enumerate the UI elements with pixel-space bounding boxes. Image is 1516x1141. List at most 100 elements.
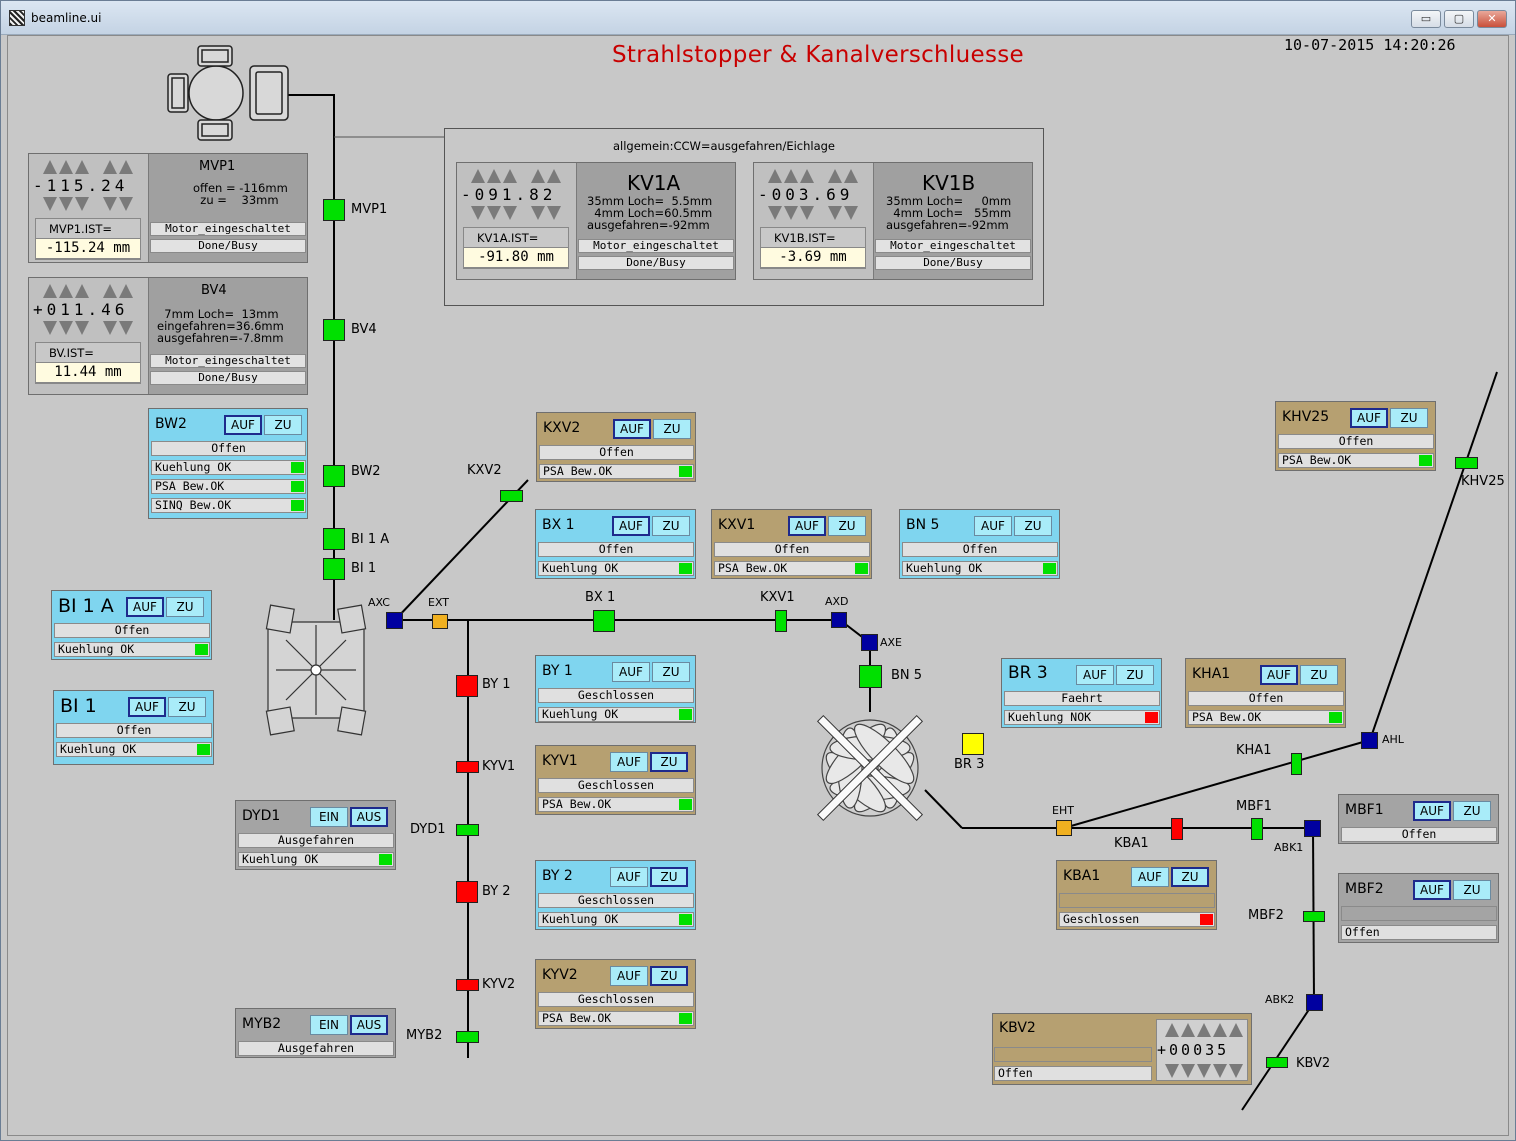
panel-br3-zu-button[interactable]: ZU xyxy=(1116,665,1154,685)
motor-mvp1-up-arrows[interactable] xyxy=(43,160,133,174)
panel-mbf1-auf-button[interactable]: AUF xyxy=(1413,801,1451,821)
node-bv4[interactable] xyxy=(323,319,345,341)
panel-kyv2-auf-button[interactable]: AUF xyxy=(610,966,648,986)
node-bi1[interactable] xyxy=(323,558,345,580)
panel-bi1-auf-button[interactable]: AUF xyxy=(128,697,166,717)
panel-bn5-auf-button[interactable]: AUF xyxy=(974,516,1012,536)
node-kbv2[interactable] xyxy=(1266,1057,1288,1068)
node-by1[interactable] xyxy=(456,675,478,697)
node-dyd1[interactable] xyxy=(456,824,479,836)
node-mvp1[interactable] xyxy=(323,199,345,221)
motor-bv4-up-arrows[interactable] xyxy=(43,284,133,298)
status-indicator xyxy=(855,563,868,574)
panel-bn5-zu-button[interactable]: ZU xyxy=(1014,516,1052,536)
panel-kha1-row-label: PSA Bew.OK xyxy=(1192,710,1262,724)
panel-by2-auf-button[interactable]: AUF xyxy=(610,867,648,887)
panel-kyv1-auf-button[interactable]: AUF xyxy=(610,752,648,772)
panel-by1-zu-button[interactable]: ZU xyxy=(652,662,690,682)
clock-display: 10-07-2015 14:20:26 xyxy=(1284,36,1456,54)
node-br3[interactable] xyxy=(962,733,984,755)
node-bx1[interactable] xyxy=(593,610,615,632)
node-kxv1-label: KXV1 xyxy=(760,590,795,605)
panel-kba1-zu-button[interactable]: ZU xyxy=(1171,867,1209,887)
panel-kxv1-auf-button[interactable]: AUF xyxy=(788,516,826,536)
node-kxv2[interactable] xyxy=(500,490,523,502)
motor-kv1a-done-status: Done/Busy xyxy=(578,256,734,270)
panel-kha1-state: Offen xyxy=(1188,691,1344,706)
motor-mvp1-down-arrows[interactable] xyxy=(43,197,133,211)
node-kyv2[interactable] xyxy=(456,979,479,991)
node-myb2[interactable] xyxy=(456,1031,479,1043)
node-eht[interactable] xyxy=(1056,820,1072,836)
panel-bi1a-auf-button[interactable]: AUF xyxy=(126,597,164,617)
node-axd[interactable] xyxy=(831,612,847,628)
panel-bx1-zu-button[interactable]: ZU xyxy=(652,516,690,536)
panel-by1-auf-button[interactable]: AUF xyxy=(612,662,650,682)
node-axe[interactable] xyxy=(861,634,878,651)
node-by2-label: BY 2 xyxy=(482,884,511,899)
kbv2-counter[interactable]: +00035 xyxy=(1156,1019,1248,1081)
panel-myb2-aus-button[interactable]: AUS xyxy=(350,1015,388,1035)
node-mbf1[interactable] xyxy=(1251,818,1263,840)
panel-by1-name: BY 1 xyxy=(542,663,573,679)
kbv2-down-arrows[interactable] xyxy=(1165,1064,1243,1078)
panel-khv25-zu-button[interactable]: ZU xyxy=(1390,408,1428,428)
panel-khv25-auf-button[interactable]: AUF xyxy=(1350,408,1388,428)
panel-bi1a-state: Offen xyxy=(54,623,210,638)
panel-kxv1-zu-button[interactable]: ZU xyxy=(828,516,866,536)
panel-kxv2-zu-button[interactable]: ZU xyxy=(653,419,691,439)
motor-kv1b-ist-value: -3.69 mm xyxy=(760,247,866,268)
panel-bw2-auf-button[interactable]: AUF xyxy=(224,415,262,435)
motor-kv1a-down-arrows[interactable] xyxy=(471,206,561,220)
panel-bx1-auf-button[interactable]: AUF xyxy=(612,516,650,536)
node-kyv1[interactable] xyxy=(456,761,479,773)
panel-dyd1-ein-button[interactable]: EIN xyxy=(310,807,348,827)
panel-kha1-zu-button[interactable]: ZU xyxy=(1300,665,1338,685)
motor-kv1a-up-arrows[interactable] xyxy=(471,169,561,183)
panel-kyv2-zu-button[interactable]: ZU xyxy=(650,966,688,986)
node-kha1[interactable] xyxy=(1291,753,1302,775)
node-abk2[interactable] xyxy=(1306,994,1323,1011)
status-indicator xyxy=(1200,914,1213,925)
panel-kba1-auf-button[interactable]: AUF xyxy=(1131,867,1169,887)
panel-by2-zu-button[interactable]: ZU xyxy=(650,867,688,887)
node-mbf2[interactable] xyxy=(1303,911,1325,922)
node-axc[interactable] xyxy=(386,612,403,629)
panel-kbv2: KBV2 Offen +00035 xyxy=(992,1013,1252,1085)
panel-myb2-ein-button[interactable]: EIN xyxy=(310,1015,348,1035)
panel-br3-auf-button[interactable]: AUF xyxy=(1076,665,1114,685)
panel-kha1-auf-button[interactable]: AUF xyxy=(1260,665,1298,685)
panel-bw2-zu-button[interactable]: ZU xyxy=(264,415,302,435)
kbv2-up-arrows[interactable] xyxy=(1165,1023,1243,1037)
panel-bi1a-zu-button[interactable]: ZU xyxy=(166,597,204,617)
panel-by1: BY 1 AUF ZU Geschlossen Kuehlung OK xyxy=(535,655,696,723)
panel-kyv1-zu-button[interactable]: ZU xyxy=(650,752,688,772)
node-bw2[interactable] xyxy=(323,465,345,487)
panel-mbf1-zu-button[interactable]: ZU xyxy=(1453,801,1491,821)
node-kxv1[interactable] xyxy=(775,610,787,632)
node-kba1[interactable] xyxy=(1171,818,1183,840)
panel-bi1-zu-button[interactable]: ZU xyxy=(168,697,206,717)
panel-dyd1-aus-button[interactable]: AUS xyxy=(350,807,388,827)
node-khv25[interactable] xyxy=(1455,457,1478,469)
node-bi1-label: BI 1 xyxy=(351,561,377,576)
panel-mbf2-zu-button[interactable]: ZU xyxy=(1453,880,1491,900)
motor-panel-kv1b: -003.69 KV1B.IST= -3.69 mm KV1B 35mm Loc… xyxy=(753,162,1033,280)
node-ahl[interactable] xyxy=(1361,732,1378,749)
panel-mbf1: MBF1 AUF ZU Offen xyxy=(1338,794,1499,844)
panel-kxv2-auf-button[interactable]: AUF xyxy=(613,419,651,439)
motor-kv1b-down-arrows[interactable] xyxy=(768,206,858,220)
panel-mbf2-auf-button[interactable]: AUF xyxy=(1413,880,1451,900)
panel-mbf2: MBF2 AUF ZU Offen xyxy=(1338,873,1499,943)
motor-kv1b-up-arrows[interactable] xyxy=(768,169,858,183)
motor-bv4-down-arrows[interactable] xyxy=(43,321,133,335)
panel-bi1a-name: BI 1 A xyxy=(58,595,114,617)
node-axc-label: AXC xyxy=(368,596,390,609)
panel-kbv2-status: Offen xyxy=(994,1066,1152,1081)
node-by2[interactable] xyxy=(456,881,478,903)
panel-kba1-row-label: Geschlossen xyxy=(1063,912,1140,926)
node-ext[interactable] xyxy=(432,614,448,629)
node-bn5[interactable] xyxy=(859,665,882,688)
node-bi1a[interactable] xyxy=(323,528,345,550)
node-abk1[interactable] xyxy=(1304,820,1321,837)
